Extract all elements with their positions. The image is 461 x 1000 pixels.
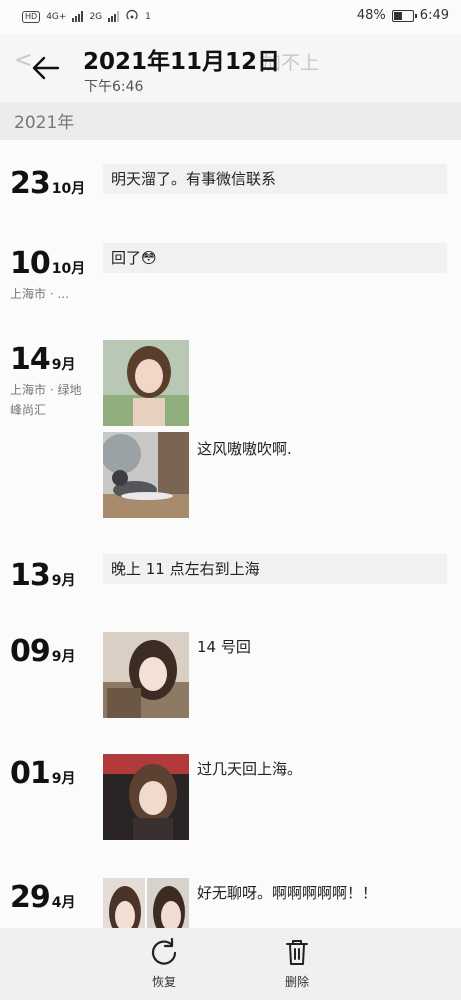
back-button[interactable] [28,50,64,86]
entry-date: 13 9月 [10,558,76,593]
restore-button[interactable]: 恢复 [134,936,194,990]
trash-icon [286,940,308,965]
entry-date: 09 9月 [10,634,76,669]
header: < 加不上 2021年11月12日 下午6:46 [0,34,461,102]
photo-caption: 这风嗷嗷吹啊. [197,440,292,458]
restore-icon [151,937,177,965]
photo-caption: 过几天回上海。 [197,760,303,778]
list-item[interactable]: 10 10月 上海市 · ... 回了😳 [0,240,461,320]
battery-percent: 48% [356,8,386,23]
entry-month: 10月 [51,181,86,197]
delete-label: 删除 [284,975,309,989]
entry-month: 4月 [51,895,76,911]
entry-date: 23 10月 [10,166,85,201]
status-left: HD 4G+ 2G 1 [22,9,151,24]
bottom-action-bar: 恢复 删除 [0,928,461,1000]
entry-month: 9月 [51,649,76,665]
clock: 6:49 [419,8,449,23]
photo-thumbnail[interactable] [103,754,189,840]
network-type-2: 2G [89,11,103,22]
network-type-1: 4G+ [46,11,67,22]
battery-icon [391,9,417,22]
hotspot-icon [125,9,139,24]
signal-icon-2 [108,11,120,22]
photo-caption: 14 号回 [197,638,251,656]
list-item[interactable]: 23 10月 明天溜了。有事微信联系 [0,160,461,220]
entry-month: 9月 [51,771,76,787]
list-item[interactable]: 09 9月 14 号回 [0,632,461,722]
year-label: 2021年 [14,113,75,133]
entry-day: 13 [10,558,51,593]
photo-thumbnail[interactable] [103,340,189,426]
page-subtitle: 下午6:46 [84,79,144,95]
hd-badge: HD [22,10,41,23]
entry-location: 上海市 · ... [10,287,69,301]
arrow-left-icon [32,56,60,80]
entry-day: 10 [10,246,51,281]
page-title: 2021年11月12日 [83,49,281,75]
entry-day: 14 [10,342,51,377]
entry-day: 01 [10,756,51,791]
hotspot-count: 1 [145,11,151,22]
entry-text[interactable]: 明天溜了。有事微信联系 [103,164,447,194]
entry-text[interactable]: 回了😳 [103,243,447,273]
list-item[interactable]: 01 9月 过几天回上海。 [0,754,461,844]
photo-caption: 好无聊呀。啊啊啊啊啊！！ [197,884,378,902]
status-right: 48% 6:49 [357,8,449,23]
year-section-header: 2021年 [0,102,461,140]
entry-month: 9月 [51,573,76,589]
photo-thumbnail[interactable] [103,632,189,718]
photo-thumbnail[interactable] [103,432,189,518]
entry-date: 10 10月 [10,246,85,281]
entry-text[interactable]: 晚上 11 点左右到上海 [103,554,447,584]
status-bar: HD 4G+ 2G 1 48% 6:49 [0,0,461,34]
signal-icon [72,11,84,22]
entry-day: 23 [10,166,51,201]
entry-date: 29 4月 [10,880,76,915]
restore-label: 恢复 [151,975,176,989]
entry-date: 14 9月 [10,342,76,377]
entry-location: 上海市 · 绿地峰尚汇 [10,383,82,417]
list-item[interactable]: 14 9月 上海市 · 绿地峰尚汇 这风嗷嗷吹啊. [0,338,461,528]
list-item[interactable]: 13 9月 晚上 11 点左右到上海 [0,554,461,614]
entry-day: 29 [10,880,51,915]
entry-day: 09 [10,634,51,669]
entry-month: 10月 [51,261,86,277]
entry-date: 01 9月 [10,756,76,791]
delete-button[interactable]: 删除 [267,936,327,990]
entry-month: 9月 [51,357,76,373]
